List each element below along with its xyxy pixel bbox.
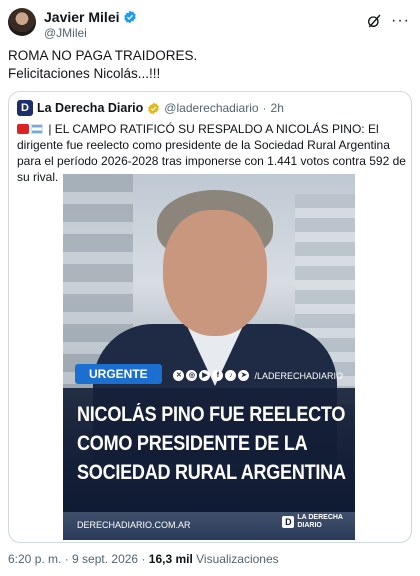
social-icons: ✕ ◎ ▶ f ♪ ➤ /LADERECHADIARIO [173,370,343,381]
tweet-header: Javier Milei @JMilei ··· [8,6,412,40]
urgent-tag: URGENTE [75,364,162,384]
gold-verified-badge-icon [148,102,160,114]
brand-line: DIARIO [297,522,322,529]
tiktok-icon: ♪ [225,370,237,381]
quoted-media-image[interactable]: URGENTE ✕ ◎ ▶ f ♪ ➤ /LADERECHADIARIO NIC… [63,174,355,540]
grok-icon[interactable] [366,13,382,29]
more-icon[interactable]: ··· [391,12,410,30]
author-handle[interactable]: @JMilei [44,26,87,40]
meta-separator: · [138,552,149,566]
facebook-icon: f [212,370,224,381]
instagram-icon: ◎ [186,370,198,381]
quoted-tweet[interactable]: D La Derecha Diario @laderechadiario · 2… [8,91,412,543]
quoted-author-name[interactable]: La Derecha Diario [37,101,143,115]
quoted-author-handle[interactable]: @laderechadiario [164,101,258,115]
post-date[interactable]: 9 sept. 2026 [72,552,138,566]
tweet-line: ROMA NO PAGA TRAIDORES. [8,48,198,63]
avatar[interactable] [8,8,36,36]
social-handle: /LADERECHADIARIO [254,370,343,381]
verified-badge-icon [123,10,136,24]
meta-separator: · [61,552,73,566]
alert-emoji-icon [17,124,29,134]
brand-mark: D [282,516,295,528]
brand-logo: D LA DERECHA DIARIO [282,514,343,530]
author-name[interactable]: Javier Milei [44,9,120,25]
media-headline: NICOLÁS PINO FUE REELECTO COMO PRESIDENT… [77,400,346,487]
tweet-meta: 6:20 p. m. · 9 sept. 2026 · 16,3 mil Vis… [8,552,279,566]
site-url: DERECHADIARIO.COM.AR [77,520,191,530]
views-count: 16,3 mil [148,552,193,566]
x-icon: ✕ [173,370,185,381]
tweet-text: ROMA NO PAGA TRAIDORES. Felicitaciones N… [8,47,197,83]
headline-line: COMO PRESIDENTE DE LA [77,432,308,455]
youtube-icon: ▶ [199,370,211,381]
quoted-avatar[interactable]: D [17,100,33,116]
views-label: Visualizaciones [192,552,279,566]
brand-text: LA DERECHA DIARIO [297,514,343,530]
headline-line: NICOLÁS PINO FUE REELECTO [77,403,346,426]
author-name-row[interactable]: Javier Milei [44,9,137,25]
dot-separator: · [262,101,267,115]
quoted-header: D La Derecha Diario @laderechadiario · 2… [17,100,284,116]
telegram-icon: ➤ [238,370,250,381]
brand-line: LA DERECHA [297,514,343,521]
quoted-time[interactable]: 2h [271,101,284,115]
argentina-flag-icon [31,124,43,134]
tweet-line: Felicitaciones Nicolás...!!! [8,66,161,81]
post-time[interactable]: 6:20 p. m. [8,552,61,566]
headline-line: SOCIEDAD RURAL ARGENTINA [77,461,346,484]
portrait-face [163,210,267,336]
